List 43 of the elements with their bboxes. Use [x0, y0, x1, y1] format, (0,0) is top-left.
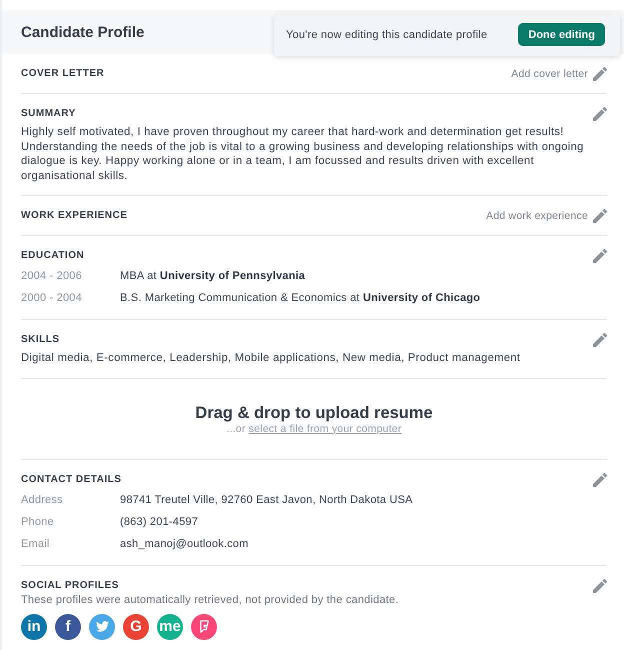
pencil-icon[interactable] — [593, 249, 607, 263]
file-select-link[interactable]: select a file from your computer — [248, 422, 402, 434]
section-title: SOCIAL PROFILES — [21, 578, 119, 592]
add-link[interactable]: Add work experience — [486, 210, 588, 222]
pencil-icon[interactable] — [593, 578, 607, 592]
section-title: COVER LETTER — [21, 67, 104, 81]
field-value: ash_manoj@outlook.com — [120, 538, 248, 550]
upload-title: Drag & drop to upload resume — [195, 402, 433, 422]
social-profile-link[interactable]: G — [123, 614, 149, 640]
bird-icon — [96, 621, 108, 632]
years-text: 2004 - 2006 — [21, 270, 82, 282]
pencil-icon[interactable] — [593, 333, 607, 347]
social-profile-link[interactable]: me — [157, 614, 183, 640]
section-title: SKILLS — [21, 333, 60, 347]
upload-hint: ...or select a file from your computer — [226, 422, 402, 434]
section-text: Highly self motivated, I have proven throughout my career that hard-work and determination get results! Understanding the needs of the job is vital to a growing business and developing relationships with ongoing dialogue is key. Happy working alone or in a team, I am focussed and results driven with excellent organisational skills. — [21, 125, 585, 183]
page-title: Candidate Profile — [21, 24, 144, 40]
years-text: 2000 - 2004 — [21, 292, 82, 304]
degree-text: B.S. Marketing Communication & Economics at University of Chicago — [120, 292, 480, 304]
toast-message: You're now editing this candidate profile — [286, 28, 488, 40]
social-profile-link[interactable]: in — [21, 614, 47, 640]
flag-icon — [200, 620, 208, 633]
section-title: SUMMARY — [21, 107, 76, 121]
section-title: WORK EXPERIENCE — [21, 209, 128, 223]
field-label: Phone — [21, 516, 54, 528]
social-profile-link[interactable] — [191, 614, 217, 640]
pencil-icon[interactable] — [593, 472, 607, 486]
field-value: 98741 Treutel Ville, 92760 East Javon, North Dakota USA — [120, 494, 413, 506]
pencil-icon[interactable] — [593, 67, 607, 81]
field-label: Address — [21, 494, 63, 506]
add-link[interactable]: Add cover letter — [511, 68, 588, 80]
social-profile-link[interactable]: f — [55, 614, 81, 640]
social-note: These profiles were automatically retrieved, not provided by the candidate. — [21, 592, 400, 606]
field-value: (863) 201-4597 — [120, 516, 198, 528]
section-text: Digital media, E-commerce, Leadership, Mobile applications, New media, Product management — [21, 351, 522, 366]
pencil-icon[interactable] — [593, 107, 607, 121]
done-editing-button[interactable]: Done editing — [518, 23, 605, 46]
social-profile-link[interactable] — [89, 614, 115, 640]
field-label: Email — [21, 538, 50, 550]
section-title: CONTACT DETAILS — [21, 472, 122, 486]
section-title: EDUCATION — [21, 249, 84, 263]
pencil-icon[interactable] — [593, 209, 607, 223]
degree-text: MBA at University of Pennsylvania — [120, 270, 306, 282]
